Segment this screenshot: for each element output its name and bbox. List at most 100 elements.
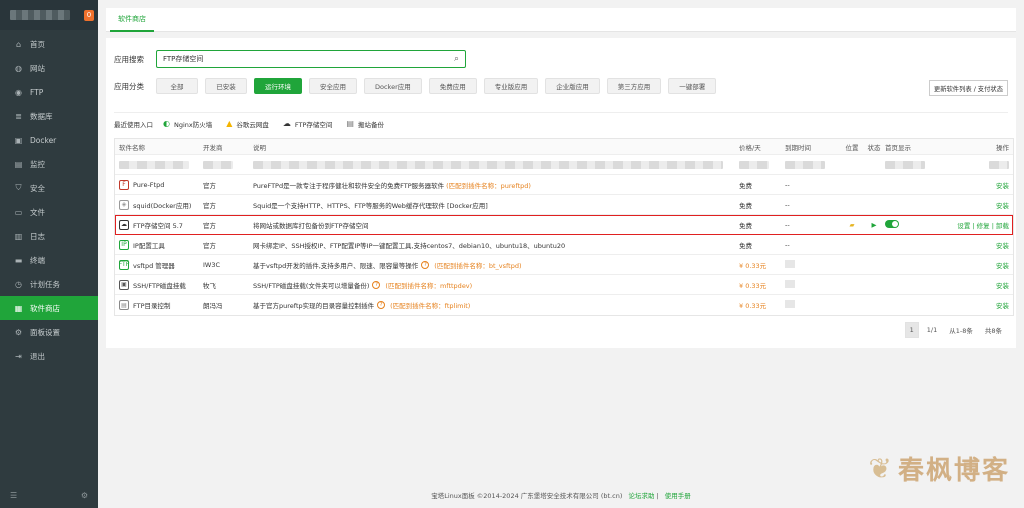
table-row[interactable]: ▤ FTP目录控制 朗冯冯 基于官方pureftp实现的目录容量控制插件 ? (… xyxy=(115,295,1013,315)
update-list-button[interactable]: 更新软件列表 / 支付状态 xyxy=(928,80,1008,96)
category-button-2[interactable]: 运行环境 xyxy=(254,78,302,94)
search-input[interactable] xyxy=(163,55,433,63)
watermark: ❦ 春枫博客 xyxy=(869,450,1010,487)
operation-link[interactable]: 安装 xyxy=(945,240,1013,250)
recent-item-3[interactable]: ▤ 搬站备份 xyxy=(346,119,384,129)
sidebar-item-1[interactable]: ◍ 网站 xyxy=(0,56,98,80)
sidebar-item-7[interactable]: ▭ 文件 xyxy=(0,200,98,224)
table-row[interactable]: FTP vsftpd 管理器 IW3C 基于vsftpd开发的插件,支持多用户、… xyxy=(115,255,1013,275)
operation-link[interactable]: 安装 xyxy=(945,200,1013,210)
server-hostname-blurred xyxy=(10,10,70,20)
settings-gear-icon[interactable]: ⚙ xyxy=(81,491,88,500)
folder-icon: ▭ xyxy=(14,207,23,217)
notification-badge[interactable]: 0 xyxy=(84,9,94,21)
expire-value: -- xyxy=(785,180,790,189)
expire-value: -- xyxy=(785,240,790,249)
category-button-8[interactable]: 第三方应用 xyxy=(606,78,662,94)
operation-link[interactable]: 设置 | 修复 | 卸载 xyxy=(945,220,1013,230)
store-panel: 应用搜索 ⌕ 应用分类 全部已安装运行环境安全应用 Docker应用免费应用专业版… xyxy=(106,38,1016,348)
help-icon[interactable]: ? xyxy=(372,280,381,289)
recent-item-2[interactable]: ☁ FTP存储空间 xyxy=(283,119,333,129)
operation-link[interactable]: 安装 xyxy=(945,260,1013,270)
help-icon[interactable]: ? xyxy=(377,301,386,309)
homepage-toggle[interactable] xyxy=(885,219,899,228)
sidebar-item-8[interactable]: ▥ 日志 xyxy=(0,224,98,248)
sidebar-footer: ☰ ⚙ xyxy=(10,491,88,500)
category-button-9[interactable]: 一键部署 xyxy=(668,78,717,94)
table-row-blurred xyxy=(115,155,1013,175)
col-pos: 位置 xyxy=(845,143,859,152)
software-name: FTP目录控制 xyxy=(133,302,171,310)
table-row[interactable]: ▣ SSH/FTP磁盘挂载 牧飞 SSH/FTP磁盘挂载(文件夹可以增量备份) … xyxy=(115,275,1013,295)
sidebar-item-10[interactable]: ◷ 计划任务 xyxy=(0,272,98,296)
search-icon[interactable]: ⌕ xyxy=(454,54,459,64)
description: Squid是一个支持HTTP、HTTPS、FTP等服务的Web缓存代理软件 [D… xyxy=(253,201,488,210)
nginx-firewall-icon: ◐ xyxy=(163,119,170,128)
sidebar-item-label: 日志 xyxy=(30,231,45,241)
sidebar-item-13[interactable]: ⇥ 退出 xyxy=(0,344,98,368)
search-box: ⌕ xyxy=(156,50,466,68)
category-button-1[interactable]: 已安装 xyxy=(205,78,247,94)
sidebar-item-label: 安全 xyxy=(30,183,45,193)
developer: 朗冯冯 xyxy=(203,302,223,310)
category-button-3[interactable]: 安全应用 xyxy=(309,78,357,94)
col-name[interactable]: 软件名称 xyxy=(115,142,203,152)
page-current[interactable]: 1 xyxy=(904,322,919,338)
col-status: 状态 xyxy=(867,143,881,152)
operation-link[interactable]: 安装 xyxy=(945,180,1013,190)
manual-link[interactable]: 使用手册 xyxy=(665,492,691,500)
recent-item-1[interactable]: ▲ 谷歌云网盘 xyxy=(226,119,269,129)
category-button-6[interactable]: 专业版应用 xyxy=(483,78,539,94)
col-desc: 说明 xyxy=(253,143,266,152)
recent-item-0[interactable]: ◐ Nginx防火墙 xyxy=(163,119,212,129)
sidebar-item-0[interactable]: ⌂ 首页 xyxy=(0,32,98,56)
folder-icon[interactable]: ▰ xyxy=(841,221,863,229)
col-price[interactable]: 价格/天 xyxy=(739,142,785,152)
sidebar-item-5[interactable]: ▤ 监控 xyxy=(0,152,98,176)
expire-value: -- xyxy=(785,200,790,209)
developer: IW3C xyxy=(203,260,221,269)
page-footer: 宝塔Linux面板 ©2014-2024 广东堡塔安全技术有限公司 (bt.cn… xyxy=(431,492,691,500)
sidebar-item-label: 监控 xyxy=(30,159,45,169)
vsftpd-icon: FTP xyxy=(118,259,130,270)
table-row[interactable]: ◈ squid(Docker应用) 官方 Squid是一个支持HTTP、HTTP… xyxy=(115,195,1013,215)
category-label: 应用分类 xyxy=(114,81,144,91)
sidebar-item-label: 面板设置 xyxy=(30,327,60,337)
table-row[interactable]: ☁ FTP存储空间 5.7 官方 将网站或数据库打包备份到FTP存储空间 免费 … xyxy=(115,215,1013,235)
play-icon[interactable]: ▶ xyxy=(863,221,885,229)
price: 免费 xyxy=(739,221,752,230)
recent-item-label: FTP存储空间 xyxy=(294,120,333,129)
description: PureFTPd是一款专注于程序健壮和软件安全的免费FTP服务器软件 xyxy=(253,181,445,190)
category-button-0[interactable]: 全部 xyxy=(156,78,198,94)
table-row[interactable]: IP IP配置工具 官方 网卡绑定IP、SSH授权IP、FTP配置IP等IP一键… xyxy=(115,235,1013,255)
shield-icon: ⛉ xyxy=(15,183,22,192)
price: ¥ 0.33元 xyxy=(739,281,767,290)
tab-software-store[interactable]: 软件商店 xyxy=(110,8,154,32)
category-button-5[interactable]: 免费应用 xyxy=(428,78,477,94)
sidebar-item-2[interactable]: ◉ FTP xyxy=(0,80,98,104)
category-button-7[interactable]: 企业版应用 xyxy=(545,78,600,94)
match-hint: (匹配到插件名称：bt_vsftpd) xyxy=(434,261,522,270)
category-button-4[interactable]: Docker应用 xyxy=(364,78,422,94)
sidebar-item-4[interactable]: ▣ Docker xyxy=(0,128,98,152)
sidebar-item-label: 终端 xyxy=(30,255,45,265)
col-home: 首页显示 xyxy=(885,143,911,152)
sidebar-item-11[interactable]: ▦ 软件商店 xyxy=(0,296,98,320)
sidebar-item-9[interactable]: ▬ 终端 xyxy=(0,248,98,272)
sidebar-item-6[interactable]: ⛉ 安全 xyxy=(0,176,98,200)
forum-link[interactable]: 论坛求助 xyxy=(628,492,654,500)
operation-link[interactable]: 安装 xyxy=(945,280,1013,290)
price: ¥ 0.33元 xyxy=(739,302,767,310)
ftp-dir-icon: ▤ xyxy=(119,300,129,310)
help-icon[interactable]: ? xyxy=(421,260,430,269)
collapse-menu-icon[interactable]: ☰ xyxy=(10,491,17,500)
sidebar-item-3[interactable]: ≣ 数据库 xyxy=(0,104,98,128)
clock-icon: ◷ xyxy=(15,279,22,289)
table-row[interactable]: F Pure-Ftpd 官方 PureFTPd是一款专注于程序健壮和软件安全的免… xyxy=(115,175,1013,195)
search-row: 应用搜索 ⌕ xyxy=(114,50,466,68)
logout-icon: ⇥ xyxy=(15,351,22,361)
operation-link[interactable]: 安装 xyxy=(945,300,1013,310)
sidebar-item-label: 退出 xyxy=(30,351,45,361)
sidebar-item-12[interactable]: ⚙ 面板设置 xyxy=(0,320,98,344)
expire-blurred xyxy=(785,279,795,288)
